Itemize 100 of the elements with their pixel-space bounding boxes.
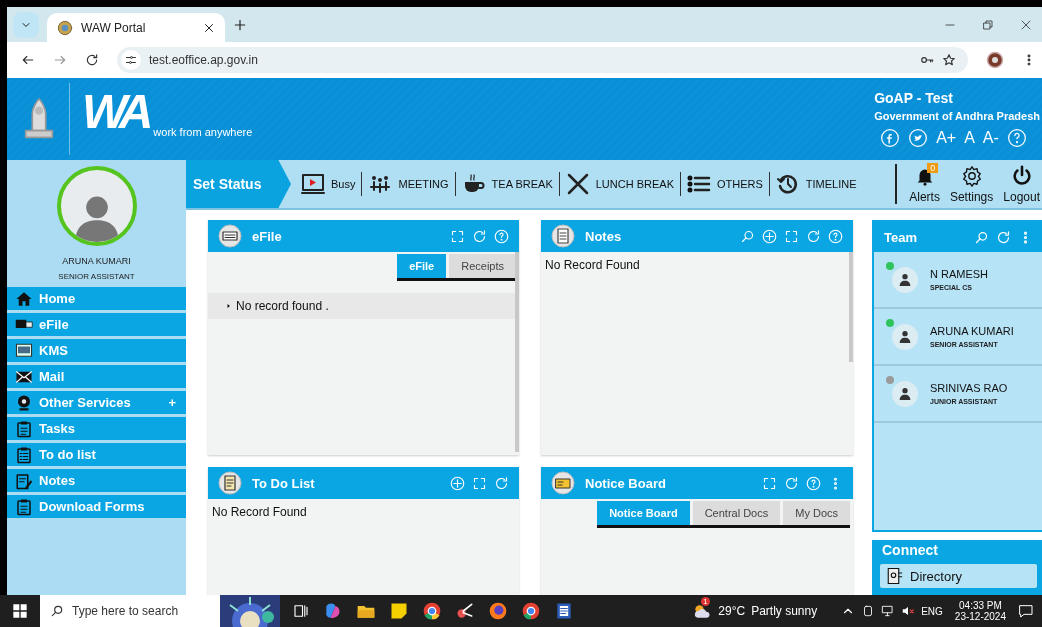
notification-icon[interactable] xyxy=(1018,603,1034,619)
back-icon[interactable] xyxy=(21,53,35,67)
panel-title: Team xyxy=(884,229,918,245)
expand-icon[interactable] xyxy=(472,475,487,491)
taskbar-clock[interactable]: 04:33 PM 23-12-2024 xyxy=(954,600,1006,622)
sticky-note-icon[interactable] xyxy=(389,601,409,621)
facebook-icon[interactable] xyxy=(880,128,901,148)
status-option[interactable]: TEA BREAK xyxy=(454,172,559,196)
refresh-icon[interactable] xyxy=(806,228,821,244)
keyboard-icon xyxy=(218,224,242,248)
refresh-icon[interactable] xyxy=(996,229,1011,245)
refresh-icon[interactable] xyxy=(472,228,487,244)
panel-title: Notes xyxy=(585,228,623,244)
panel-tab[interactable]: My Docs xyxy=(783,501,850,525)
forward-icon[interactable] xyxy=(53,53,67,67)
panel-title: To Do List xyxy=(252,475,316,491)
search-icon xyxy=(50,604,64,618)
speaker-muted-icon[interactable] xyxy=(901,604,916,618)
directory-icon xyxy=(886,567,904,585)
logout-button[interactable]: Logout xyxy=(1003,164,1040,204)
taskbar-search-field[interactable]: Type here to search xyxy=(40,595,280,627)
font-size-control[interactable]: A+ xyxy=(936,129,957,147)
empty-message: No Record Found xyxy=(211,504,308,521)
panel-tab[interactable]: Receipts xyxy=(449,254,516,278)
help-icon[interactable] xyxy=(806,475,821,491)
empty-row-text: No record found . xyxy=(236,299,329,313)
user-designation: SENIOR ASSISTANT xyxy=(57,272,136,281)
empty-message: No Record Found xyxy=(544,257,641,274)
star-icon[interactable] xyxy=(942,53,956,67)
snipping-tool-icon[interactable] xyxy=(455,601,475,621)
power-icon xyxy=(1010,165,1033,187)
tagline: work from anywhere xyxy=(153,126,253,138)
connect-item[interactable]: Directory xyxy=(880,564,1037,588)
logo: WA xyxy=(82,88,148,136)
alerts-button[interactable]: Alerts 0 xyxy=(909,164,940,204)
history-icon xyxy=(775,172,800,196)
task-view-icon[interactable] xyxy=(292,602,310,620)
refresh-icon[interactable] xyxy=(784,475,799,491)
restore-icon[interactable] xyxy=(982,18,994,31)
org-title: GoAP - Test xyxy=(874,90,953,106)
browser-tab[interactable]: WAW Portal xyxy=(47,13,225,42)
panel-tab[interactable]: Central Docs xyxy=(692,501,781,525)
language-indicator[interactable]: ENG xyxy=(921,605,943,617)
screen-icon xyxy=(15,341,33,360)
member-name: N RAMESH xyxy=(930,268,989,280)
search-icon[interactable] xyxy=(740,228,755,244)
expand-icon[interactable] xyxy=(784,228,799,244)
member-name: ARUNA KUMARI xyxy=(930,325,1014,337)
close-icon[interactable] xyxy=(203,21,215,34)
status-option[interactable]: OTHERS xyxy=(680,172,769,196)
expand-icon[interactable] xyxy=(450,228,465,244)
person-icon xyxy=(897,328,913,345)
alert-count-badge: 0 xyxy=(927,163,939,173)
add-icon[interactable] xyxy=(450,475,465,491)
tab-title: WAW Portal xyxy=(81,20,147,35)
status-option[interactable]: Busy xyxy=(295,172,362,196)
panel-title: Connect xyxy=(881,541,939,560)
document-icon xyxy=(551,224,575,248)
settings-button[interactable]: Settings xyxy=(949,164,994,204)
caret-right-icon xyxy=(226,303,232,309)
user-name: ARUNA KUMARI xyxy=(61,256,132,266)
help-icon[interactable] xyxy=(494,228,509,244)
temperature: 29°C xyxy=(718,604,746,618)
status-option[interactable]: TIMELINE xyxy=(768,172,863,196)
panel-title: eFile xyxy=(252,228,283,244)
settings-icon xyxy=(960,165,983,187)
search-icon[interactable] xyxy=(974,229,989,245)
note-pen-icon xyxy=(15,471,33,490)
checklist-icon xyxy=(15,445,33,464)
close-icon[interactable] xyxy=(1020,18,1032,31)
refresh-icon[interactable] xyxy=(494,475,509,491)
browser-ring-icon[interactable] xyxy=(521,601,541,621)
status-option[interactable]: MEETING xyxy=(361,172,455,196)
site-settings-icon xyxy=(125,54,137,66)
panel-title: Notice Board xyxy=(585,475,667,491)
site-favicon-icon xyxy=(57,19,73,36)
clipboard-icon xyxy=(218,471,242,495)
network-icon[interactable] xyxy=(881,604,896,618)
bird-icon[interactable] xyxy=(908,128,929,148)
document-app-icon[interactable] xyxy=(554,601,574,621)
windows-icon[interactable] xyxy=(12,603,28,619)
set-status-label: Set Status xyxy=(186,160,291,208)
monitor-play-icon xyxy=(301,172,325,196)
reload-icon[interactable] xyxy=(85,53,99,67)
notice-card-icon xyxy=(551,471,575,495)
help-icon[interactable] xyxy=(828,228,843,244)
browser-ring-icon[interactable] xyxy=(422,601,442,621)
clipboard-icon xyxy=(15,497,33,516)
address-bar[interactable]: test.eoffice.ap.gov.in xyxy=(117,47,968,73)
expand-icon[interactable] xyxy=(762,475,777,491)
weather-badge: 1 xyxy=(701,597,710,606)
plus-icon[interactable] xyxy=(233,17,247,32)
org-subtitle: Government of Andhra Pradesh xyxy=(874,110,1040,122)
member-name: SRINIVAS RAO xyxy=(930,382,1008,394)
person-icon xyxy=(897,385,913,402)
status-option[interactable]: LUNCH BREAK xyxy=(558,172,680,196)
profile-icon[interactable] xyxy=(986,51,1004,69)
add-icon[interactable] xyxy=(762,228,777,244)
help-icon[interactable] xyxy=(1006,128,1027,148)
fox-browser-icon[interactable] xyxy=(488,601,508,621)
